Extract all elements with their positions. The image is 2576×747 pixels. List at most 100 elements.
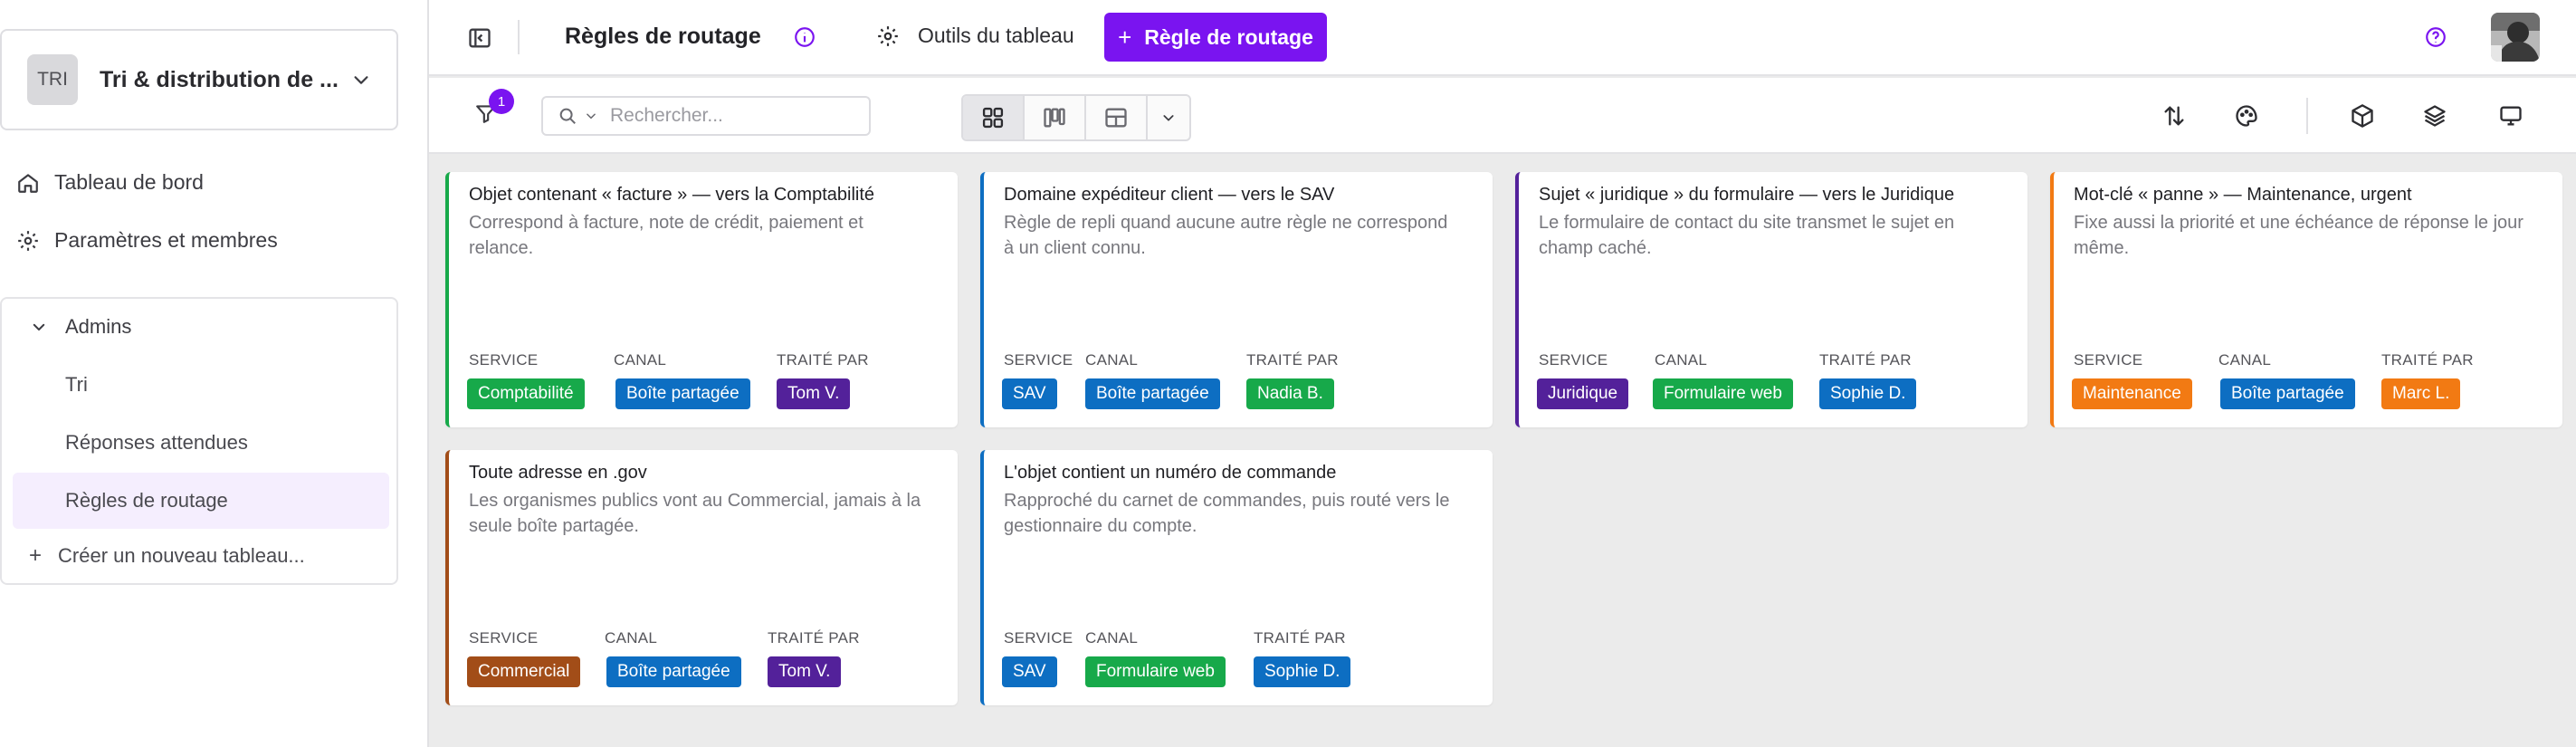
- chevron-down-icon: [354, 76, 368, 84]
- create-board-button[interactable]: + Créer un nouveau tableau...: [29, 543, 305, 569]
- monitor-icon[interactable]: [2498, 103, 2524, 129]
- sidebar-item-settings[interactable]: Paramètres et membres: [16, 228, 278, 253]
- grid-view-button[interactable]: [963, 96, 1025, 139]
- service-label: SERVICE: [1004, 351, 1073, 369]
- sidebar-group-admins: Admins Tri Réponses attendues Règles de …: [0, 297, 398, 585]
- rule-card[interactable]: Domaine expéditeur client — vers le SAV …: [980, 172, 1493, 427]
- card-title: Toute adresse en .gov: [469, 463, 647, 483]
- card-title: L'objet contient un numéro de commande: [1004, 463, 1337, 483]
- canal-tag: Formulaire web: [1085, 656, 1226, 687]
- traite-par-label: TRAITÉ PAR: [1246, 351, 1339, 369]
- board-tools-button[interactable]: Outils du tableau: [876, 24, 1074, 48]
- service-label: SERVICE: [1539, 351, 1608, 369]
- card-description: Rapproché du carnet de commandes, puis r…: [1004, 491, 1450, 536]
- service-tag: Commercial: [467, 656, 581, 687]
- canal-label: CANAL: [1655, 351, 1708, 369]
- card-description: Règle de repli quand aucune autre règle …: [1004, 213, 1448, 258]
- canal-label: CANAL: [605, 629, 658, 646]
- view-switcher: [961, 94, 1191, 141]
- canal-tag: Boîte partagée: [615, 378, 750, 409]
- agent-tag: Sophie D.: [1254, 656, 1351, 687]
- topbar: Règles de routage Outils du tableau + Rè…: [429, 0, 2576, 76]
- add-rule-button[interactable]: + Règle de routage: [1104, 13, 1327, 62]
- chevron-down-icon[interactable]: [585, 110, 597, 122]
- plus-icon: +: [29, 543, 43, 568]
- page-title: Règles de routage: [565, 24, 761, 49]
- divider: [518, 20, 520, 54]
- traite-par-label: TRAITÉ PAR: [1819, 351, 1912, 369]
- card-description: Fixe aussi la priorité et une échéance d…: [2074, 213, 2524, 258]
- divider: [2306, 98, 2308, 134]
- canal-tag: Boîte partagée: [2220, 378, 2355, 409]
- traite-par-label: TRAITÉ PAR: [777, 351, 869, 369]
- kanban-icon: [1044, 108, 1065, 128]
- sidebar-collapse-icon[interactable]: [467, 25, 492, 51]
- workspace-avatar: TRI: [27, 54, 78, 105]
- kanban-view-button[interactable]: [1025, 96, 1086, 139]
- agent-tag: Tom V.: [768, 656, 842, 687]
- canal-tag: Formulaire web: [1653, 378, 1793, 409]
- search-box[interactable]: [541, 96, 871, 136]
- filter-count-badge: 1: [489, 89, 514, 114]
- create-board-label: Créer un nouveau tableau...: [58, 544, 305, 567]
- search-icon: [559, 108, 576, 124]
- workspace-switcher[interactable]: TRI Tri & distribution de ...: [0, 29, 398, 130]
- service-tag: SAV: [1002, 378, 1057, 409]
- group-toggle[interactable]: Admins: [31, 315, 131, 339]
- cube-icon[interactable]: [2350, 103, 2375, 129]
- workspace-name: Tri & distribution de ...: [100, 66, 339, 92]
- user-avatar[interactable]: [2491, 13, 2540, 62]
- layers-icon[interactable]: [2422, 103, 2447, 129]
- rule-card[interactable]: Mot-clé « panne » — Maintenance, urgent …: [2050, 172, 2562, 427]
- sidebar-item-label: Tri: [65, 373, 88, 396]
- sidebar-item-tri[interactable]: Tri: [13, 357, 389, 413]
- help-icon[interactable]: [2424, 25, 2447, 49]
- group-title: Admins: [65, 315, 132, 338]
- card-title: Mot-clé « panne » — Maintenance, urgent: [2074, 185, 2412, 205]
- sidebar: TRI Tri & distribution de ... Tableau de…: [0, 0, 429, 747]
- service-tag: Juridique: [1537, 378, 1629, 409]
- agent-tag: Nadia B.: [1246, 378, 1334, 409]
- rule-card[interactable]: L'objet contient un numéro de commande R…: [980, 450, 1493, 705]
- canal-tag: Boîte partagée: [606, 656, 741, 687]
- sidebar-item-reponses[interactable]: Réponses attendues: [13, 415, 389, 471]
- canal-label: CANAL: [614, 351, 667, 369]
- traite-par-label: TRAITÉ PAR: [768, 629, 860, 646]
- service-tag: SAV: [1002, 656, 1057, 687]
- rule-card[interactable]: Objet contenant « facture » — vers la Co…: [445, 172, 958, 427]
- view-toolbar: 1: [429, 78, 2576, 154]
- board-tools-label: Outils du tableau: [918, 24, 1074, 47]
- traite-par-label: TRAITÉ PAR: [2381, 351, 2474, 369]
- card-description: Les organismes publics vont au Commercia…: [469, 491, 921, 536]
- service-tag: Comptabilité: [467, 378, 585, 409]
- agent-tag: Tom V.: [777, 378, 851, 409]
- sidebar-item-dashboard[interactable]: Tableau de bord: [16, 170, 204, 195]
- search-input[interactable]: [610, 105, 845, 127]
- sidebar-item-regles[interactable]: Règles de routage: [13, 473, 389, 529]
- palette-icon[interactable]: [2234, 103, 2259, 129]
- service-label: SERVICE: [469, 351, 539, 369]
- info-icon[interactable]: [793, 25, 816, 49]
- grid-icon: [982, 107, 1004, 129]
- sort-icon[interactable]: [2161, 103, 2187, 129]
- gear-icon: [18, 230, 38, 251]
- sidebar-item-label: Règles de routage: [65, 489, 228, 512]
- chevron-down-icon: [33, 323, 45, 330]
- traite-par-label: TRAITÉ PAR: [1254, 629, 1346, 646]
- card-title: Objet contenant « facture » — vers la Co…: [469, 185, 875, 205]
- service-label: SERVICE: [469, 629, 539, 646]
- canal-label: CANAL: [1085, 629, 1139, 646]
- view-options-dropdown[interactable]: [1148, 96, 1189, 139]
- card-description: Correspond à facture, note de crédit, pa…: [469, 213, 863, 258]
- card-description: Le formulaire de contact du site transme…: [1539, 213, 1955, 258]
- agent-tag: Sophie D.: [1819, 378, 1917, 409]
- agent-tag: Marc L.: [2381, 378, 2461, 409]
- service-tag: Maintenance: [2072, 378, 2192, 409]
- table-icon: [1105, 108, 1127, 128]
- table-view-button[interactable]: [1086, 96, 1148, 139]
- sidebar-item-label: Paramètres et membres: [54, 228, 278, 252]
- canal-label: CANAL: [2218, 351, 2272, 369]
- rule-card[interactable]: Toute adresse en .gov Les organismes pub…: [445, 450, 958, 705]
- rule-card[interactable]: Sujet « juridique » du formulaire — vers…: [1515, 172, 2027, 427]
- plus-icon: +: [1118, 23, 1132, 51]
